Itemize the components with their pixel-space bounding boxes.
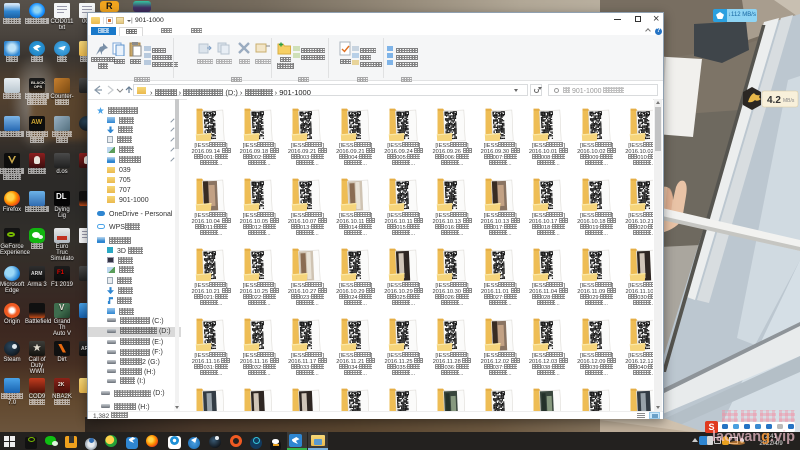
svg-text:MB/s: MB/s [783, 98, 795, 104]
svg-text:4.2: 4.2 [767, 95, 781, 106]
